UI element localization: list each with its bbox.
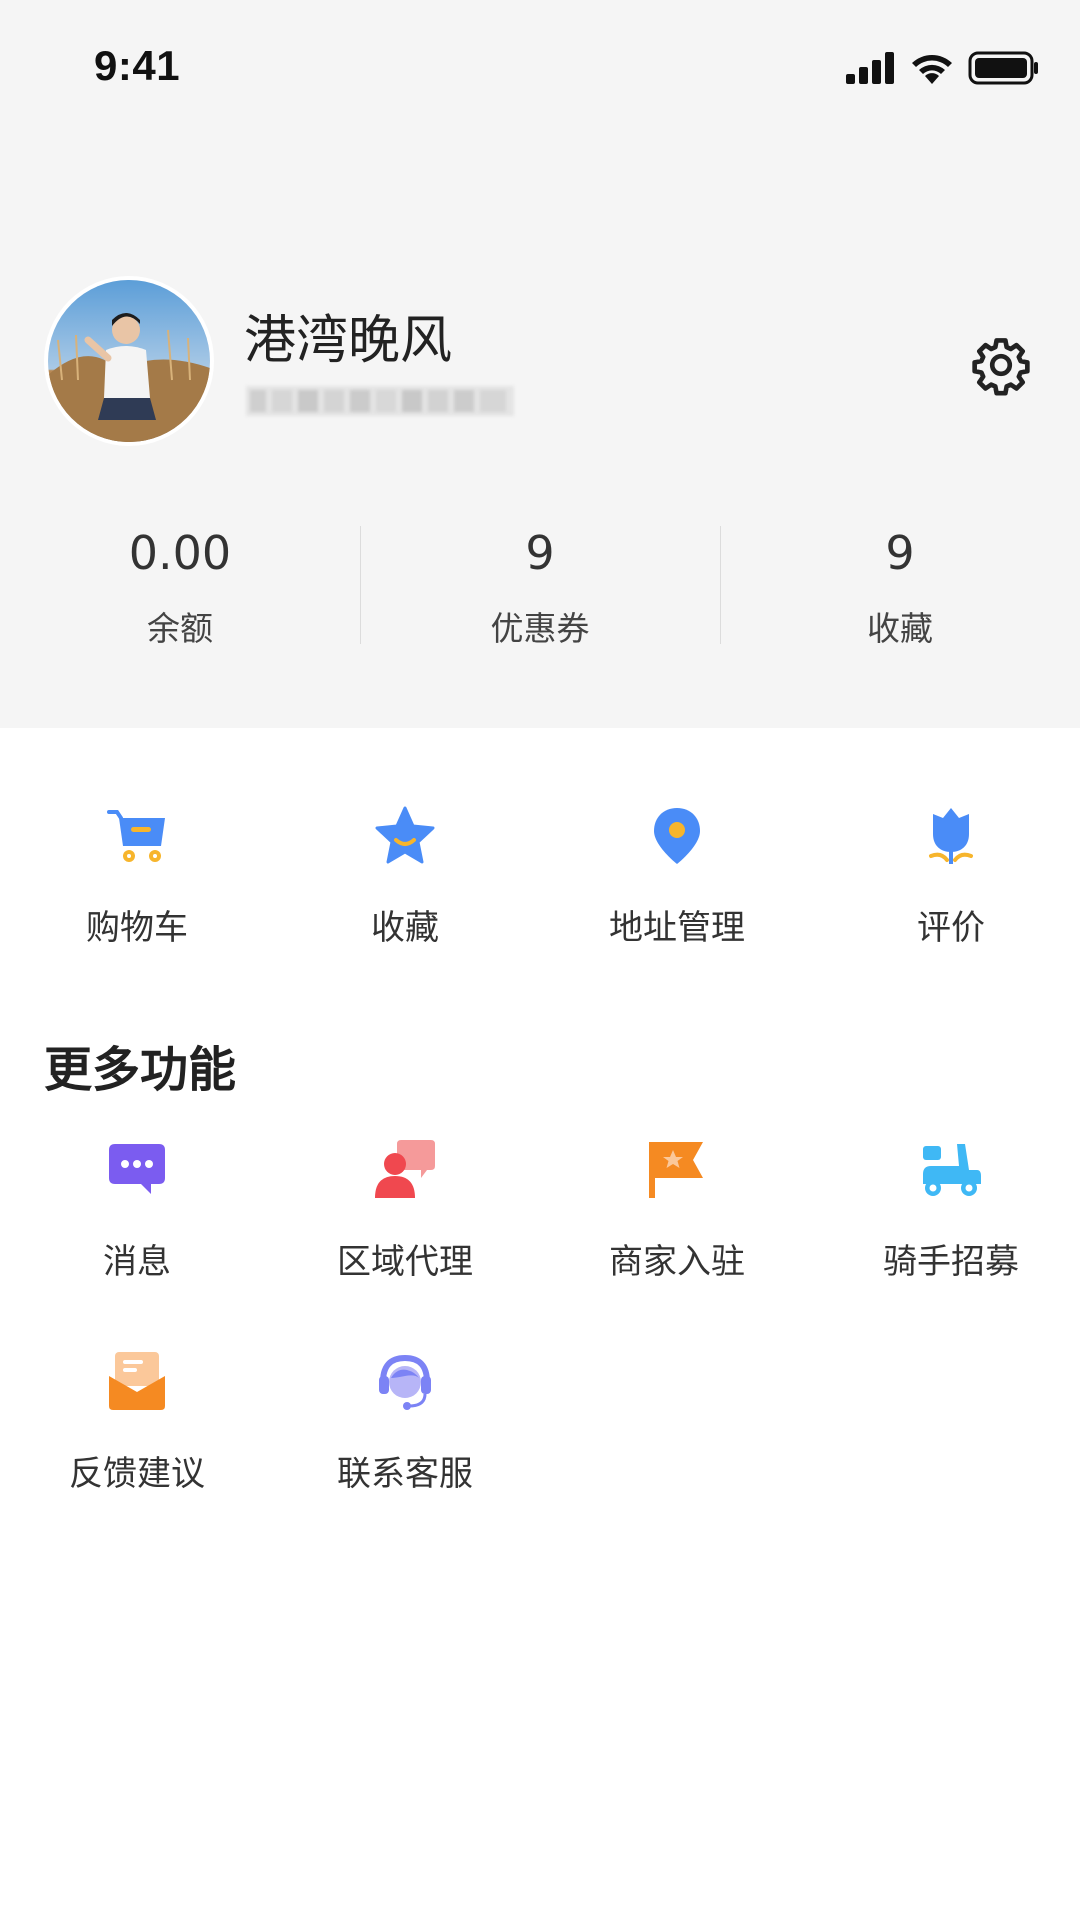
star-icon [375,806,435,864]
avatar[interactable] [48,280,210,442]
quick-action-label: 购物车 [86,908,188,948]
more-item-label: 联系客服 [337,1454,473,1494]
location-pin-icon [654,808,700,864]
more-item-label: 反馈建议 [69,1454,205,1494]
stat-label: 收藏 [867,609,933,648]
user-profile: 港湾晚风 [0,280,1080,450]
more-item-label: 消息 [103,1242,171,1282]
quick-action-label: 地址管理 [609,908,745,948]
profile-header: 9:41 港湾晚风 0.00 余额 9 优惠券 9 收藏 [0,0,1080,728]
scooter-icon [923,1144,981,1196]
stat-label: 余额 [147,609,213,648]
stat-label: 优惠券 [490,609,590,648]
stat-value: 9 [525,526,555,580]
envelope-icon [109,1352,165,1410]
quick-action-address[interactable]: 地址管理 [540,806,814,966]
more-item-customer-service[interactable]: 联系客服 [268,1352,542,1512]
stat-favorites[interactable]: 9 收藏 [720,520,1080,650]
more-item-label: 区域代理 [337,1242,473,1282]
stat-coupons[interactable]: 9 优惠券 [360,520,720,650]
more-functions-row-2: 反馈建议 联系客服 [0,1352,1080,1512]
settings-button[interactable] [968,332,1034,398]
more-functions-row-1: 消息 区域代理 商家入驻 骑手招募 [0,1140,1080,1300]
headset-icon [379,1354,431,1410]
battery-icon [968,51,1038,85]
stat-balance[interactable]: 0.00 余额 [0,520,360,650]
more-item-messages[interactable]: 消息 [0,1140,274,1300]
quick-action-label: 收藏 [371,908,439,948]
flag-icon [649,1142,703,1198]
avatar-photo [48,280,210,442]
user-name: 港湾晚风 [244,311,453,371]
chat-bubble-icon [109,1144,165,1194]
quick-action-cart[interactable]: 购物车 [0,806,274,966]
gear-icon [972,338,1030,396]
more-item-merchant-join[interactable]: 商家入驻 [540,1140,814,1300]
signal-icon [846,52,894,84]
more-item-feedback[interactable]: 反馈建议 [0,1352,274,1512]
stats-bar: 0.00 余额 9 优惠券 9 收藏 [0,520,1080,650]
tulip-icon [929,808,973,864]
status-bar: 9:41 [0,0,1080,140]
wifi-icon [912,55,952,84]
stat-value: 9 [885,526,915,580]
more-item-regional-agent[interactable]: 区域代理 [268,1140,542,1300]
profile-page: 9:41 港湾晚风 0.00 余额 9 优惠券 9 收藏 购物车 收藏 地址管理… [0,0,1080,1920]
quick-action-label: 评价 [917,908,985,948]
agent-chat-icon [375,1140,435,1198]
quick-actions: 购物车 收藏 地址管理 评价 [0,806,1080,966]
more-item-label: 骑手招募 [883,1242,1019,1282]
status-time: 9:41 [94,42,181,89]
more-item-rider-recruit[interactable]: 骑手招募 [814,1140,1080,1300]
stat-value: 0.00 [128,526,232,580]
status-icons [846,48,1040,88]
quick-action-review[interactable]: 评价 [814,806,1080,966]
more-functions-title: 更多功能 [44,1042,237,1098]
quick-action-favorites[interactable]: 收藏 [268,806,542,966]
more-item-label: 商家入驻 [609,1242,745,1282]
phone-number-blurred [246,386,514,416]
shopping-cart-icon [107,810,165,862]
